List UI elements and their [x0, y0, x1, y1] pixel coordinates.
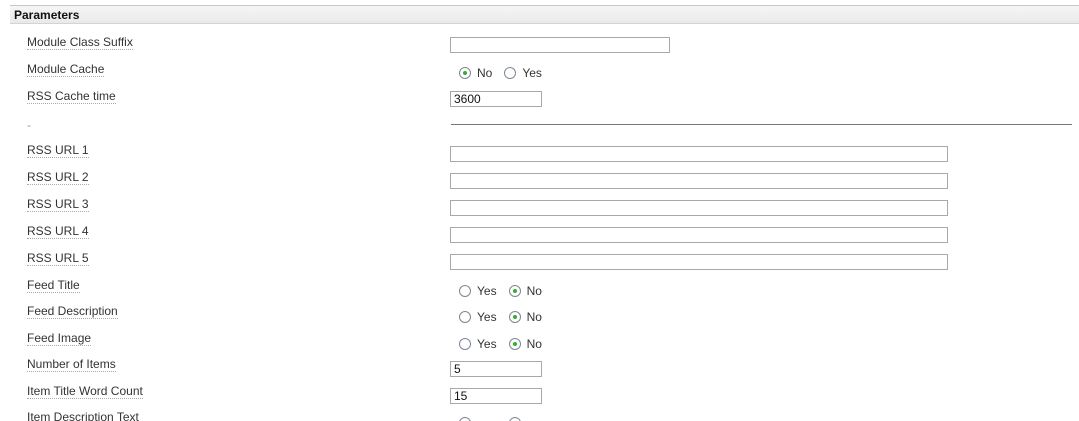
- feed-title-yes-label: Yes: [477, 284, 497, 298]
- feed-description-yes-label: Yes: [477, 310, 497, 324]
- item-title-word-count-label: Item Title Word Count: [27, 384, 143, 399]
- rss-url-2-label: RSS URL 2: [27, 170, 89, 185]
- number-of-items-input[interactable]: [450, 361, 542, 377]
- parameters-header[interactable]: Parameters: [10, 5, 1079, 24]
- feed-title-no-label: No: [526, 284, 542, 298]
- feed-title-yes-radio[interactable]: [459, 285, 471, 297]
- feed-image-no-label: No: [526, 337, 542, 351]
- feed-description-no-radio[interactable]: [508, 311, 521, 323]
- module-cache-radio-group: No Yes: [459, 65, 554, 81]
- module-cache-yes-label: Yes: [522, 66, 542, 80]
- separator-line: [451, 124, 1072, 125]
- feed-title-no-radio[interactable]: [508, 285, 521, 297]
- module-cache-yes-radio[interactable]: [504, 67, 517, 79]
- item-title-word-count-input[interactable]: [450, 388, 542, 404]
- feed-image-yes-radio[interactable]: [459, 338, 471, 350]
- module-cache-no-radio[interactable]: [459, 67, 471, 79]
- feed-description-yes-radio[interactable]: [459, 311, 471, 323]
- module-cache-label: Module Cache: [27, 62, 105, 77]
- rss-url-5-label: RSS URL 5: [27, 251, 89, 266]
- item-description-text-radio-group: Yes: [459, 415, 521, 421]
- rss-url-1-input[interactable]: [450, 146, 948, 162]
- module-class-suffix-input[interactable]: [450, 37, 670, 53]
- feed-description-radio-group: Yes No: [459, 309, 554, 325]
- module-class-suffix-label: Module Class Suffix: [27, 35, 133, 50]
- item-description-text-label: Item Description Text: [27, 410, 139, 421]
- parameters-panel: Parameters Module Class Suffix Module Ca…: [10, 5, 1079, 421]
- feed-image-no-radio[interactable]: [508, 338, 521, 350]
- feed-title-radio-group: Yes No: [459, 283, 554, 299]
- number-of-items-label: Number of Items: [27, 357, 116, 372]
- rss-url-4-label: RSS URL 4: [27, 224, 89, 239]
- rss-url-4-input[interactable]: [450, 227, 948, 243]
- module-cache-no-label: No: [477, 66, 493, 80]
- feed-image-radio-group: Yes No: [459, 336, 554, 352]
- rss-url-3-label: RSS URL 3: [27, 197, 89, 212]
- rss-url-3-input[interactable]: [450, 200, 948, 216]
- item-description-text-first-radio[interactable]: [459, 417, 471, 421]
- rss-url-5-input[interactable]: [450, 254, 948, 270]
- feed-image-yes-label: Yes: [477, 337, 497, 351]
- separator-label: -: [27, 118, 31, 132]
- item-description-text-second-radio[interactable]: [508, 417, 521, 421]
- rss-cache-time-input[interactable]: [450, 91, 542, 107]
- feed-image-label: Feed Image: [27, 331, 92, 346]
- feed-description-label: Feed Description: [27, 304, 118, 319]
- parameters-title: Parameters: [14, 8, 80, 22]
- rss-cache-time-label: RSS Cache time: [27, 89, 116, 104]
- rss-url-1-label: RSS URL 1: [27, 143, 89, 158]
- rss-url-2-input[interactable]: [450, 173, 948, 189]
- feed-title-label: Feed Title: [27, 278, 80, 293]
- feed-description-no-label: No: [526, 310, 542, 324]
